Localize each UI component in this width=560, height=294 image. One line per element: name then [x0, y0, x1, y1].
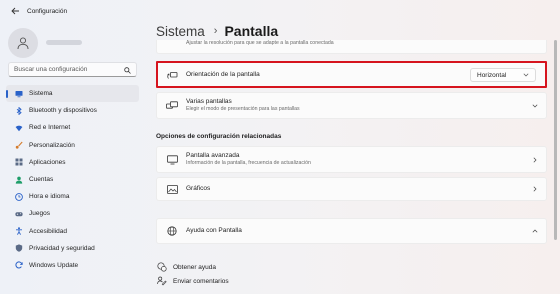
- chevron-up-icon: [531, 227, 539, 235]
- title-bar: Configuración: [0, 0, 560, 22]
- advanced-display-title: Pantalla avanzada: [186, 152, 240, 159]
- multiple-monitors-icon: [166, 100, 178, 112]
- multiple-displays-description: Elegir el modo de presentación para las …: [186, 106, 300, 112]
- help-chat-icon: [157, 262, 167, 272]
- feedback-icon: [157, 276, 167, 286]
- accessibility-icon: [15, 227, 23, 235]
- advanced-display-card[interactable]: Pantalla avanzada Información de la pant…: [156, 146, 547, 173]
- chevron-right-icon: ›: [213, 25, 218, 37]
- sidebar-item-label: Cuentas: [29, 176, 54, 184]
- orientation-value: Horizontal: [477, 71, 507, 79]
- sidebar-item-hora[interactable]: Hora e idioma: [6, 188, 139, 205]
- help-card[interactable]: Ayuda con Pantalla: [156, 218, 547, 244]
- sidebar-item-accesibilidad[interactable]: Accesibilidad: [6, 223, 139, 240]
- sidebar-item-personalizacion[interactable]: Personalización: [6, 137, 139, 154]
- wifi-icon: [15, 124, 23, 132]
- sidebar-item-windows-update[interactable]: Windows Update: [6, 257, 139, 274]
- orientation-card: Orientación de la pantalla Horizontal: [156, 62, 547, 88]
- sidebar-item-label: Windows Update: [29, 261, 79, 269]
- sidebar-item-label: Aplicaciones: [29, 158, 66, 166]
- sidebar-item-label: Red e Internet: [29, 124, 71, 132]
- sidebar-item-bluetooth[interactable]: Bluetooth y dispositivos: [6, 102, 139, 119]
- page-title: Pantalla: [224, 23, 279, 39]
- back-arrow-icon[interactable]: [9, 5, 21, 17]
- monitor-icon: [15, 90, 23, 98]
- multiple-displays-title: Varias pantallas: [186, 98, 232, 105]
- sidebar-item-privacidad[interactable]: Privacidad y seguridad: [6, 240, 139, 257]
- search-icon[interactable]: [124, 61, 131, 79]
- monitor-icon: [166, 154, 178, 166]
- chevron-down-icon: [531, 102, 539, 110]
- search-box[interactable]: [8, 62, 137, 77]
- help-title: Ayuda con Pantalla: [186, 227, 242, 234]
- sidebar: Sistema Bluetooth y dispositivos Red e I…: [0, 22, 145, 294]
- feedback-label: Enviar comentarios: [173, 277, 229, 285]
- app-title: Configuración: [27, 7, 68, 15]
- person-icon: [15, 176, 23, 184]
- avatar[interactable]: [8, 28, 38, 58]
- scrollbar[interactable]: [554, 40, 557, 240]
- breadcrumb: Sistema › Pantalla: [156, 23, 278, 39]
- related-settings-heading: Opciones de configuración relacionadas: [156, 133, 282, 140]
- sidebar-item-label: Accesibilidad: [29, 227, 67, 235]
- chevron-right-icon: [531, 156, 539, 164]
- orientation-label: Orientación de la pantalla: [186, 71, 260, 78]
- sidebar-item-label: Personalización: [29, 141, 75, 149]
- sidebar-item-label: Bluetooth y dispositivos: [29, 107, 97, 115]
- graphics-card[interactable]: Gráficos: [156, 177, 547, 201]
- sidebar-item-cuentas[interactable]: Cuentas: [6, 171, 139, 188]
- rotate-screen-icon: [166, 69, 178, 81]
- globe-icon: [166, 225, 178, 237]
- get-help-label: Obtener ayuda: [173, 263, 217, 271]
- gamepad-icon: [15, 210, 23, 218]
- resolution-description: Ajustar la resolución para que se adapte…: [186, 40, 334, 46]
- multiple-displays-card[interactable]: Varias pantallas Elegir el modo de prese…: [156, 92, 547, 119]
- sidebar-item-label: Sistema: [29, 90, 53, 98]
- sidebar-nav: Sistema Bluetooth y dispositivos Red e I…: [6, 85, 139, 274]
- sidebar-item-sistema[interactable]: Sistema: [6, 85, 139, 103]
- brush-icon: [15, 141, 23, 149]
- resolution-card[interactable]: Ajustar la resolución para que se adapte…: [156, 40, 547, 54]
- graphics-title: Gráficos: [186, 185, 211, 192]
- sidebar-item-label: Hora e idioma: [29, 193, 70, 201]
- sidebar-item-juegos[interactable]: Juegos: [6, 205, 139, 222]
- breadcrumb-parent[interactable]: Sistema: [156, 24, 205, 39]
- search-input[interactable]: [14, 66, 124, 73]
- globe-clock-icon: [15, 192, 23, 201]
- user-name-redacted: [46, 40, 82, 45]
- sidebar-item-red[interactable]: Red e Internet: [6, 119, 139, 136]
- sidebar-item-label: Privacidad y seguridad: [29, 244, 95, 252]
- bluetooth-icon: [15, 106, 23, 115]
- feedback-link[interactable]: Enviar comentarios: [157, 276, 229, 286]
- sidebar-item-aplicaciones[interactable]: Aplicaciones: [6, 154, 139, 171]
- user-icon: [17, 37, 29, 50]
- chevron-right-icon: [531, 185, 539, 193]
- chevron-down-icon: [523, 72, 529, 79]
- apps-icon: [15, 158, 23, 166]
- sidebar-item-label: Juegos: [29, 210, 50, 218]
- refresh-icon: [15, 261, 23, 269]
- graphics-icon: [166, 183, 178, 195]
- advanced-display-description: Información de la pantalla, frecuencia d…: [186, 160, 311, 166]
- shield-icon: [15, 244, 23, 252]
- get-help-link[interactable]: Obtener ayuda: [157, 262, 216, 272]
- orientation-dropdown[interactable]: Horizontal: [470, 68, 536, 82]
